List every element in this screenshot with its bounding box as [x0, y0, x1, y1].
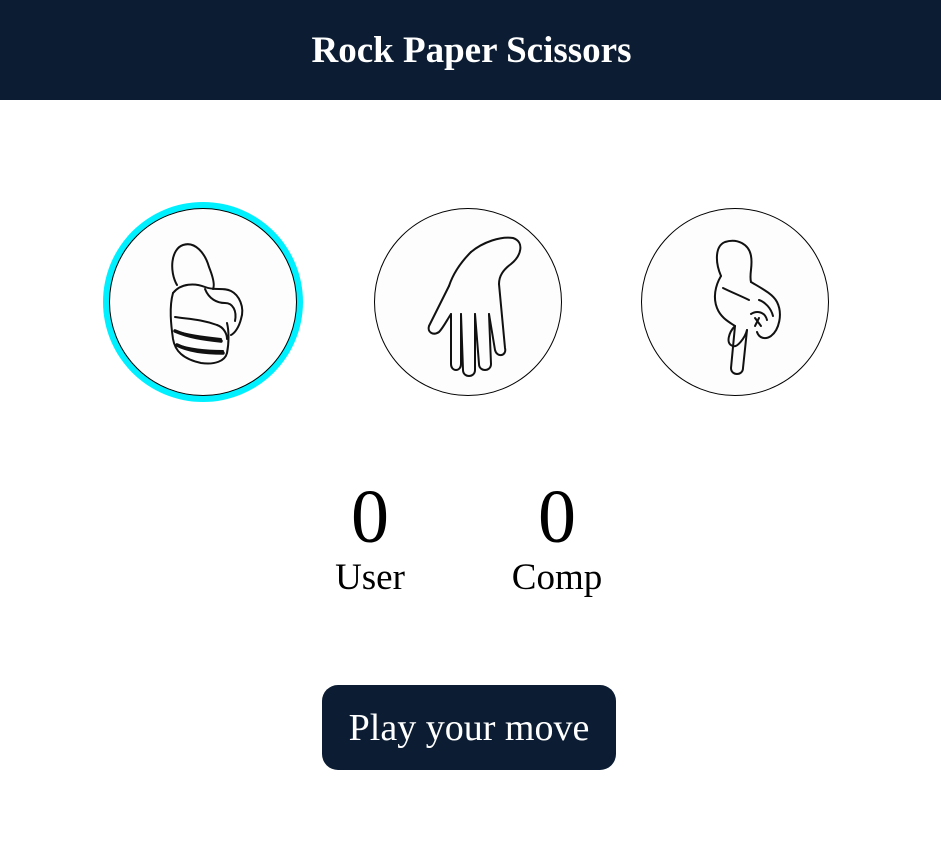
user-score: 0 User — [300, 479, 440, 598]
paper-hand-icon — [403, 222, 533, 382]
page-title: Rock Paper Scissors — [311, 29, 632, 71]
user-score-value: 0 — [351, 475, 389, 559]
play-move-button[interactable]: Play your move — [322, 685, 616, 770]
app-header: Rock Paper Scissors — [0, 0, 941, 100]
comp-score-label: Comp — [511, 557, 603, 598]
scissors-hand-icon — [675, 222, 795, 382]
paper-choice-button[interactable] — [374, 208, 562, 396]
comp-score-value: 0 — [538, 475, 576, 559]
comp-score: 0 Comp — [487, 479, 627, 598]
rock-choice-button[interactable] — [109, 208, 297, 396]
scissors-choice-button[interactable] — [641, 208, 829, 396]
user-score-label: User — [335, 557, 405, 598]
rock-hand-icon — [143, 227, 263, 377]
